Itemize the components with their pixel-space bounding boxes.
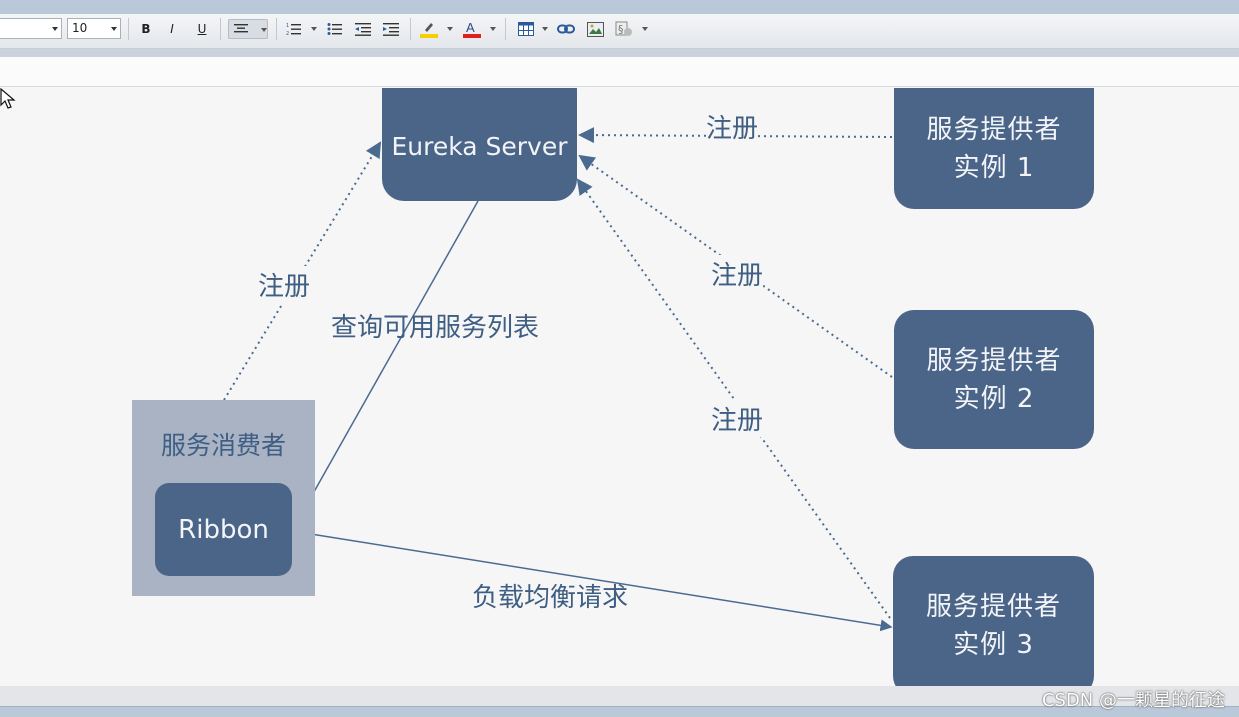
table-button[interactable] [516, 19, 536, 39]
underline-button[interactable]: U [192, 19, 212, 39]
svg-text:1: 1 [286, 23, 289, 29]
register-label-provider-2: 注册 [711, 255, 764, 292]
indent-button[interactable] [381, 19, 401, 39]
provider-1-line-1: 服务提供者 [926, 114, 1062, 145]
chevron-down-icon[interactable] [542, 27, 548, 31]
svg-text:2: 2 [286, 31, 289, 36]
mouse-cursor-icon [0, 88, 16, 109]
toolbar-band [0, 49, 1239, 57]
table-icon [518, 22, 534, 36]
bullet-list-icon [327, 23, 342, 35]
load-balance-label: 负载均衡请求 [472, 583, 629, 613]
provider-instance-2-node: 服务提供者 实例 2 [894, 310, 1094, 449]
diagram-canvas: Eureka Server 服务提供者 实例 1 服务提供者 实例 2 服务提供… [0, 88, 1239, 686]
toolbar-divider [276, 18, 277, 40]
chevron-down-icon[interactable] [642, 27, 648, 31]
ribbon-label: Ribbon [178, 514, 269, 545]
toolbar-divider [220, 18, 221, 40]
provider-instance-1-node: 服务提供者 实例 1 [894, 88, 1094, 209]
eureka-server-label: Eureka Server [391, 132, 568, 161]
consumer-label: 服务消费者 [160, 431, 286, 460]
bold-icon: B [141, 22, 151, 36]
ribbon-node: Ribbon [155, 483, 292, 576]
font-color-icon: A [463, 20, 481, 38]
chevron-down-icon [111, 27, 117, 31]
font-color-button[interactable]: A [462, 19, 482, 39]
provider-instance-3-node: 服务提供者 实例 3 [893, 556, 1094, 686]
provider-2-line-1: 服务提供者 [926, 345, 1062, 376]
eureka-server-node: Eureka Server [382, 88, 577, 201]
image-icon [586, 21, 604, 37]
chevron-down-icon[interactable] [490, 27, 496, 31]
ordered-list-button[interactable]: 12 [284, 19, 304, 39]
provider-1-line-2: 实例 1 [953, 152, 1035, 183]
align-center-icon [234, 24, 248, 33]
register-label-provider-1: 注册 [706, 108, 759, 145]
italic-icon: I [170, 22, 174, 36]
bullet-list-button[interactable] [325, 19, 345, 39]
query-arrow [292, 200, 479, 531]
editor-toolbar: 10 B I U 12 A § [0, 14, 1239, 49]
link-icon [557, 24, 575, 34]
toolbar-divider [505, 18, 506, 40]
toolbar-divider [410, 18, 411, 40]
chevron-down-icon [52, 27, 58, 31]
font-size-select[interactable]: 10 [67, 18, 121, 39]
underline-icon: U [197, 22, 207, 36]
query-service-list-label: 查询可用服务列表 [331, 313, 540, 343]
special-char-icon: § [615, 21, 632, 36]
csdn-watermark: CSDN @一颗星的征途 [1041, 690, 1225, 711]
highlight-color-button[interactable] [419, 19, 439, 39]
chevron-down-icon [261, 28, 267, 32]
link-button[interactable] [556, 19, 576, 39]
provider-3-line-1: 服务提供者 [925, 592, 1061, 622]
title-strip [0, 0, 1239, 14]
svg-text:§: § [618, 23, 624, 36]
align-center-button[interactable] [228, 19, 268, 39]
special-char-button[interactable]: § [614, 19, 634, 39]
bold-button[interactable]: B [136, 19, 156, 39]
provider-3-line-2: 实例 3 [953, 630, 1034, 660]
outdent-icon [355, 23, 371, 36]
image-button[interactable] [585, 19, 605, 39]
font-size-value: 10 [72, 21, 88, 35]
outdent-button[interactable] [353, 19, 373, 39]
chevron-down-icon[interactable] [311, 27, 317, 31]
register-label-provider-3: 注册 [711, 400, 764, 437]
svg-text:A: A [466, 20, 475, 35]
provider-2-line-2: 实例 2 [953, 383, 1035, 414]
register-label-consumer: 注册 [258, 266, 311, 303]
font-name-select[interactable] [0, 18, 62, 39]
indent-icon [383, 23, 399, 36]
toolbar-divider [128, 18, 129, 40]
italic-button[interactable]: I [162, 19, 182, 39]
highlight-color-icon [420, 23, 438, 38]
register-arrow-provider-3 [576, 178, 891, 619]
chevron-down-icon[interactable] [447, 27, 453, 31]
app-window: 10 B I U 12 A § Eureka Server 服务提供者 实例 1… [0, 0, 1239, 717]
ordered-list-icon: 12 [286, 23, 301, 36]
editor-ruler [0, 57, 1239, 87]
